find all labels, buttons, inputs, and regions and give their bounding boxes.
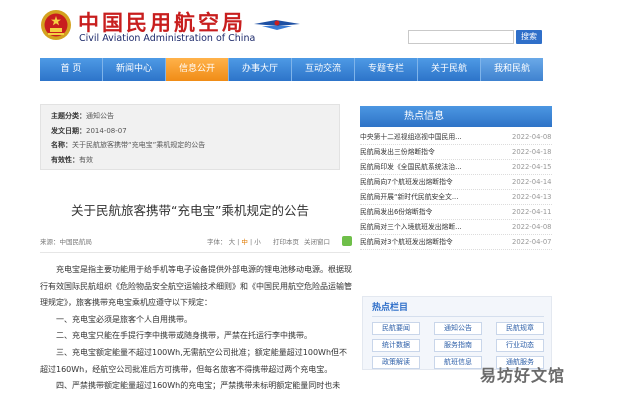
caac-logo-icon xyxy=(254,20,300,30)
hot-item-date: 2022-04-08 xyxy=(512,223,552,231)
article-paragraph: 二、充电宝只能在手提行李中携带或随身携带，严禁在托运行李中携带。 xyxy=(56,331,312,341)
topic-button-aviation-news[interactable]: 民航要闻 xyxy=(372,322,420,335)
topic-button-industry-news[interactable]: 行业动态 xyxy=(496,339,544,352)
list-item[interactable]: 民航局对三个入境航班发出熔断... 2022-04-08 xyxy=(360,220,552,235)
article-paragraph: 四、严禁携带额定能量超过160Wh的充电宝；严禁携带未标明额定能量同时也未 xyxy=(56,381,341,391)
document-meta: 主题分类：通知公告 发文日期：2014-08-07 名称：关于民航旅客携带“充电… xyxy=(40,104,340,170)
font-size-medium[interactable]: 中 xyxy=(241,238,248,246)
topic-button-statistics[interactable]: 统计数据 xyxy=(372,339,420,352)
meta-value: 2014-08-07 xyxy=(86,126,127,135)
nav-item-me-and-aviation[interactable]: 我和民航 xyxy=(481,58,543,81)
meta-label: 主题分类： xyxy=(51,112,86,120)
topic-button-service-guide[interactable]: 服务指南 xyxy=(434,339,482,352)
hot-item-title[interactable]: 民航局对3个航班发出熔断指令 xyxy=(360,235,474,250)
divider xyxy=(372,316,544,317)
font-size-control: 字体： 大 | 中 | 小 xyxy=(207,238,261,246)
meta-row: 有效性：有效 xyxy=(51,153,329,168)
hot-item-date: 2022-04-18 xyxy=(512,148,552,156)
article-title: 关于民航旅客携带“充电宝”乘机规定的公告 xyxy=(71,203,309,218)
hot-item-date: 2022-04-13 xyxy=(512,193,552,201)
hot-item-title[interactable]: 中央第十二巡视组巡视中国民用... xyxy=(360,130,474,145)
meta-row: 主题分类：通知公告 xyxy=(51,109,329,124)
article-toolbar: 来源：中国民航局 字体： 大 | 中 | 小 打印本页 关闭窗口 xyxy=(40,236,352,248)
hot-topics-panel: 热点栏目 民航要闻 通知公告 民航规章 统计数据 服务指南 行业动态 政策解读 … xyxy=(362,296,552,370)
list-item[interactable]: 民航局发出6份熔断指令 2022-04-11 xyxy=(360,205,552,220)
list-item[interactable]: 民航局发出三份熔断指令 2022-04-18 xyxy=(360,145,552,160)
nav-item-home[interactable]: 首 页 xyxy=(40,58,103,81)
hot-item-date: 2022-04-07 xyxy=(512,238,552,246)
hot-item-date: 2022-04-11 xyxy=(512,208,552,216)
hot-item-title[interactable]: 民航局对三个入境航班发出熔断... xyxy=(360,220,474,235)
list-item[interactable]: 民航局印发《全国民航系统法治... 2022-04-15 xyxy=(360,160,552,175)
hot-item-title[interactable]: 民航局开展“新时代民航安全文... xyxy=(360,190,474,205)
hot-item-title[interactable]: 民航局印发《全国民航系统法治... xyxy=(360,160,474,175)
site-title-english: Civil Aviation Administration of China xyxy=(79,33,256,44)
site-header: 中国民用航空局 Civil Aviation Administration of… xyxy=(0,0,640,54)
article-source: 来源：中国民航局 xyxy=(40,238,92,246)
hot-item-date: 2022-04-15 xyxy=(512,163,552,171)
nav-item-news[interactable]: 新闻中心 xyxy=(103,58,166,81)
font-size-large[interactable]: 大 xyxy=(229,238,236,246)
hot-info-list: 中央第十二巡视组巡视中国民用... 2022-04-08 民航局发出三份熔断指令 2… xyxy=(360,130,552,250)
list-item[interactable]: 民航局开展“新时代民航安全文... 2022-04-13 xyxy=(360,190,552,205)
print-link[interactable]: 打印本页 xyxy=(273,236,299,248)
search-button[interactable]: 搜索 xyxy=(516,30,542,44)
list-item[interactable]: 民航局向7个航班发出熔断指令 2022-04-14 xyxy=(360,175,552,190)
meta-row: 发文日期：2014-08-07 xyxy=(51,124,329,139)
meta-value: 关于民航旅客携带“充电宝”乘机规定的公告 xyxy=(72,141,206,149)
article-paragraph: 三、充电宝额定能量不超过100Wh,无需航空公司批准；额定能量超过100Wh但不… xyxy=(40,347,348,374)
hot-item-date: 2022-04-14 xyxy=(512,178,552,186)
meta-label: 发文日期： xyxy=(51,126,86,135)
topic-button-flight-info[interactable]: 航班信息 xyxy=(434,356,482,369)
national-emblem-icon xyxy=(41,10,71,40)
topic-button-regulations[interactable]: 民航规章 xyxy=(496,322,544,335)
hot-info-heading: 热点信息 xyxy=(360,106,552,127)
list-item[interactable]: 民航局对3个航班发出熔断指令 2022-04-07 xyxy=(360,235,552,250)
main-nav: 首 页 新闻中心 信息公开 办事大厅 互动交流 专题专栏 关于民航 我和民航 xyxy=(40,58,543,81)
nav-item-interaction[interactable]: 互动交流 xyxy=(292,58,355,81)
meta-value: 通知公告 xyxy=(86,112,114,120)
meta-label: 有效性： xyxy=(51,155,79,164)
hot-topics-heading: 热点栏目 xyxy=(372,303,409,313)
search-input[interactable] xyxy=(408,30,514,44)
meta-label: 名称： xyxy=(51,141,72,149)
nav-item-special-topics[interactable]: 专题专栏 xyxy=(355,58,418,81)
font-size-small[interactable]: 小 xyxy=(254,238,261,246)
hot-item-title[interactable]: 民航局向7个航班发出熔断指令 xyxy=(360,175,474,190)
divider xyxy=(40,252,350,253)
nav-item-service-hall[interactable]: 办事大厅 xyxy=(229,58,292,81)
hot-item-title[interactable]: 民航局发出6份熔断指令 xyxy=(360,205,474,220)
topic-button-notices[interactable]: 通知公告 xyxy=(434,322,482,335)
meta-value: 有效 xyxy=(79,155,93,164)
meta-row: 名称：关于民航旅客携带“充电宝”乘机规定的公告 xyxy=(51,138,329,153)
watermark: 易坊好文馆 xyxy=(480,366,566,385)
nav-item-about[interactable]: 关于民航 xyxy=(418,58,481,81)
share-icon[interactable] xyxy=(342,236,352,246)
article-body: 充电宝是指主要功能用于给手机等电子设备提供外部电源的锂电池移动电源。根据现行有效… xyxy=(40,262,352,395)
article-paragraph: 一、充电宝必须是旅客个人自用携带。 xyxy=(56,314,192,324)
list-item[interactable]: 中央第十二巡视组巡视中国民用... 2022-04-08 xyxy=(360,130,552,145)
article-paragraph: 充电宝是指主要功能用于给手机等电子设备提供外部电源的锂电池移动电源。根据现行有效… xyxy=(40,265,352,308)
topic-button-policy-interpretation[interactable]: 政策解读 xyxy=(372,356,420,369)
hot-item-date: 2022-04-08 xyxy=(512,133,552,141)
nav-item-info-disclosure[interactable]: 信息公开 xyxy=(166,58,229,81)
close-window-link[interactable]: 关闭窗口 xyxy=(304,236,330,248)
hot-item-title[interactable]: 民航局发出三份熔断指令 xyxy=(360,145,474,160)
font-size-label: 字体： xyxy=(207,238,227,246)
